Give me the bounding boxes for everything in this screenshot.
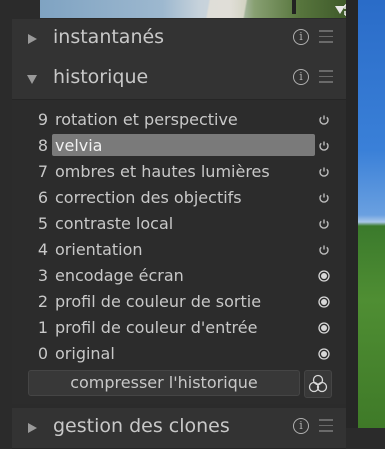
- history-header[interactable]: historique i: [12, 59, 346, 100]
- power-icon: [319, 193, 329, 203]
- info-icon[interactable]: i: [293, 418, 309, 434]
- duplicates-header[interactable]: gestion des clones i: [12, 408, 346, 449]
- power-icon: [319, 245, 329, 255]
- history-item[interactable]: 0 original: [12, 341, 346, 367]
- collapse-arrow-icon: [27, 75, 37, 84]
- history-item[interactable]: 6 correction des objectifs: [12, 185, 346, 211]
- snapshots-header[interactable]: instantanés i: [12, 19, 346, 60]
- always-on-icon: [318, 270, 330, 282]
- thumbnail-menu-arrow-icon[interactable]: [335, 6, 345, 14]
- info-icon[interactable]: i: [293, 69, 309, 85]
- compress-history-button[interactable]: compresser l'historique: [28, 370, 300, 396]
- photo-preview: [358, 0, 385, 428]
- history-item-selected[interactable]: 8 velvia: [12, 133, 346, 159]
- panel-scrollbar[interactable]: [346, 0, 358, 428]
- history-list: 9 rotation et perspective 8 velvia 7 omb…: [12, 100, 346, 404]
- history-item[interactable]: 5 contraste local: [12, 211, 346, 237]
- section-title: gestion des clones: [53, 415, 230, 437]
- history-item[interactable]: 3 encodage écran: [12, 263, 346, 289]
- power-icon: [319, 219, 329, 229]
- history-item[interactable]: 7 ombres et hautes lumières: [12, 159, 346, 185]
- always-on-icon: [318, 322, 330, 334]
- presets-menu-icon[interactable]: [319, 419, 333, 433]
- presets-menu-icon[interactable]: [319, 30, 333, 44]
- power-icon: [319, 167, 329, 177]
- power-icon: [319, 115, 329, 125]
- section-title: instantanés: [53, 26, 165, 48]
- navigation-thumbnail[interactable]: [40, 0, 346, 18]
- expand-arrow-icon: [28, 423, 37, 433]
- history-item[interactable]: 2 profil de couleur de sortie: [12, 289, 346, 315]
- create-style-button[interactable]: [304, 370, 332, 398]
- presets-menu-icon[interactable]: [319, 70, 333, 84]
- history-item[interactable]: 4 orientation: [12, 237, 346, 263]
- power-icon: [319, 141, 329, 151]
- info-icon[interactable]: i: [293, 29, 309, 45]
- expand-arrow-icon: [28, 34, 37, 44]
- always-on-icon: [318, 348, 330, 360]
- section-title: historique: [53, 66, 149, 88]
- history-item[interactable]: 9 rotation et perspective: [12, 107, 346, 133]
- history-item[interactable]: 1 profil de couleur d'entrée: [12, 315, 346, 341]
- always-on-icon: [318, 296, 330, 308]
- style-icon: [308, 374, 328, 393]
